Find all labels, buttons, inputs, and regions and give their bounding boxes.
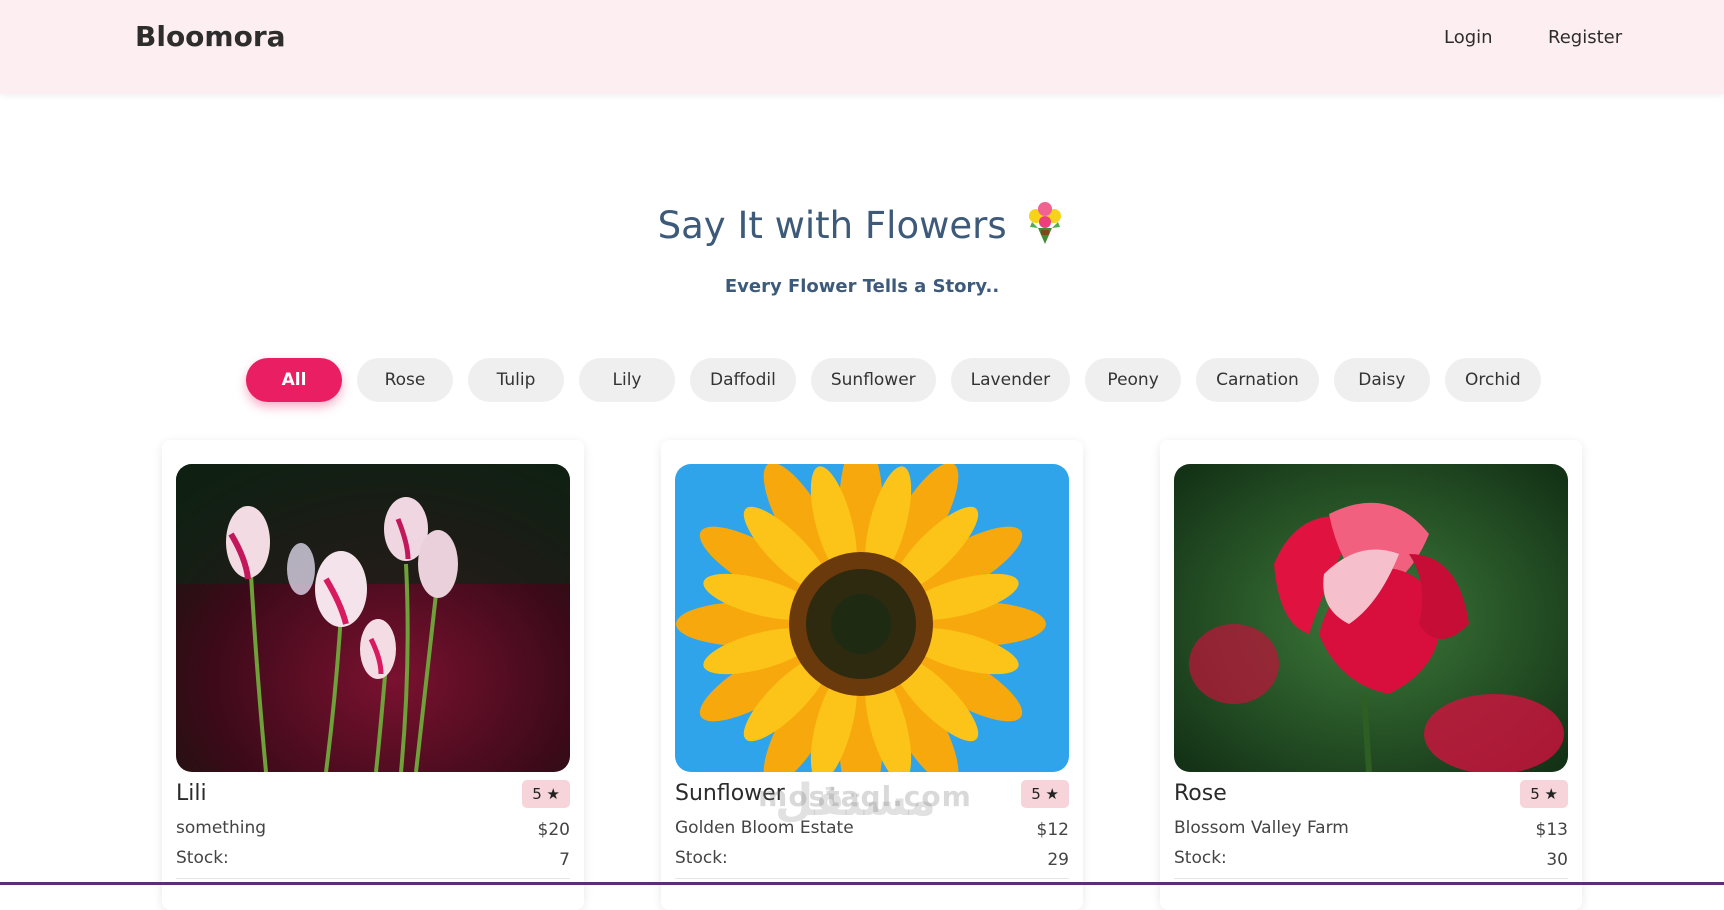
category-filters: All Rose Tulip Lily Daffodil Sunflower L…: [246, 358, 1541, 402]
bouquet-icon: [1024, 200, 1066, 246]
product-subtitle: something: [176, 818, 267, 838]
filter-lily[interactable]: Lily: [579, 358, 675, 402]
filter-peony[interactable]: Peony: [1085, 358, 1182, 402]
divider: [675, 878, 1069, 879]
stock-label: Stock:: [176, 848, 229, 868]
sunflower-photo[interactable]: [675, 464, 1069, 772]
rating-badge: 5 ★: [1520, 780, 1568, 808]
rating-badge: 5 ★: [522, 780, 570, 808]
filter-carnation[interactable]: Carnation: [1196, 358, 1319, 402]
stock-value: 29: [1047, 850, 1069, 870]
product-card[interactable]: Rose 5 ★ Blossom Valley Farm $13 Stock: …: [1160, 440, 1582, 910]
product-price: $20: [537, 820, 570, 840]
hero-subtitle: Every Flower Tells a Story..: [724, 276, 1000, 297]
watermark-text: mostaql.com: [758, 780, 972, 813]
product-name: Rose: [1174, 781, 1227, 806]
filter-daffodil[interactable]: Daffodil: [690, 358, 796, 402]
login-link[interactable]: Login: [1444, 27, 1493, 48]
product-name: Lili: [176, 781, 207, 806]
hero-title-text: Say It with Flowers: [657, 204, 1007, 247]
product-price: $13: [1535, 820, 1568, 840]
stock-value: 30: [1546, 850, 1568, 870]
hero-title: Say It with Flowers: [0, 200, 1724, 247]
filter-all[interactable]: All: [246, 358, 342, 402]
register-link[interactable]: Register: [1548, 27, 1622, 48]
rating-badge: 5 ★: [1021, 780, 1069, 808]
divider: [176, 878, 570, 879]
stock-value: 7: [559, 850, 570, 870]
divider: [1174, 878, 1568, 879]
filter-lavender[interactable]: Lavender: [950, 358, 1071, 402]
product-price: $12: [1036, 820, 1069, 840]
filter-daisy[interactable]: Daisy: [1333, 358, 1430, 402]
tulips-photo[interactable]: [176, 464, 570, 772]
product-card[interactable]: Lili 5 ★ something $20 Stock: 7: [162, 440, 584, 910]
rose-photo[interactable]: [1174, 464, 1568, 772]
filter-sunflower[interactable]: Sunflower: [810, 358, 936, 402]
stock-label: Stock:: [1174, 848, 1227, 868]
filter-rose[interactable]: Rose: [357, 358, 453, 402]
filter-tulip[interactable]: Tulip: [468, 358, 564, 402]
brand-logo[interactable]: Bloomora: [135, 20, 286, 53]
navbar: Bloomora Login Register: [0, 0, 1724, 94]
product-subtitle: Blossom Valley Farm: [1174, 818, 1349, 838]
product-card[interactable]: Sunflower 5 ★ Golden Bloom Estate $12 St…: [661, 440, 1083, 910]
stock-label: Stock:: [675, 848, 728, 868]
filter-orchid[interactable]: Orchid: [1444, 358, 1541, 402]
